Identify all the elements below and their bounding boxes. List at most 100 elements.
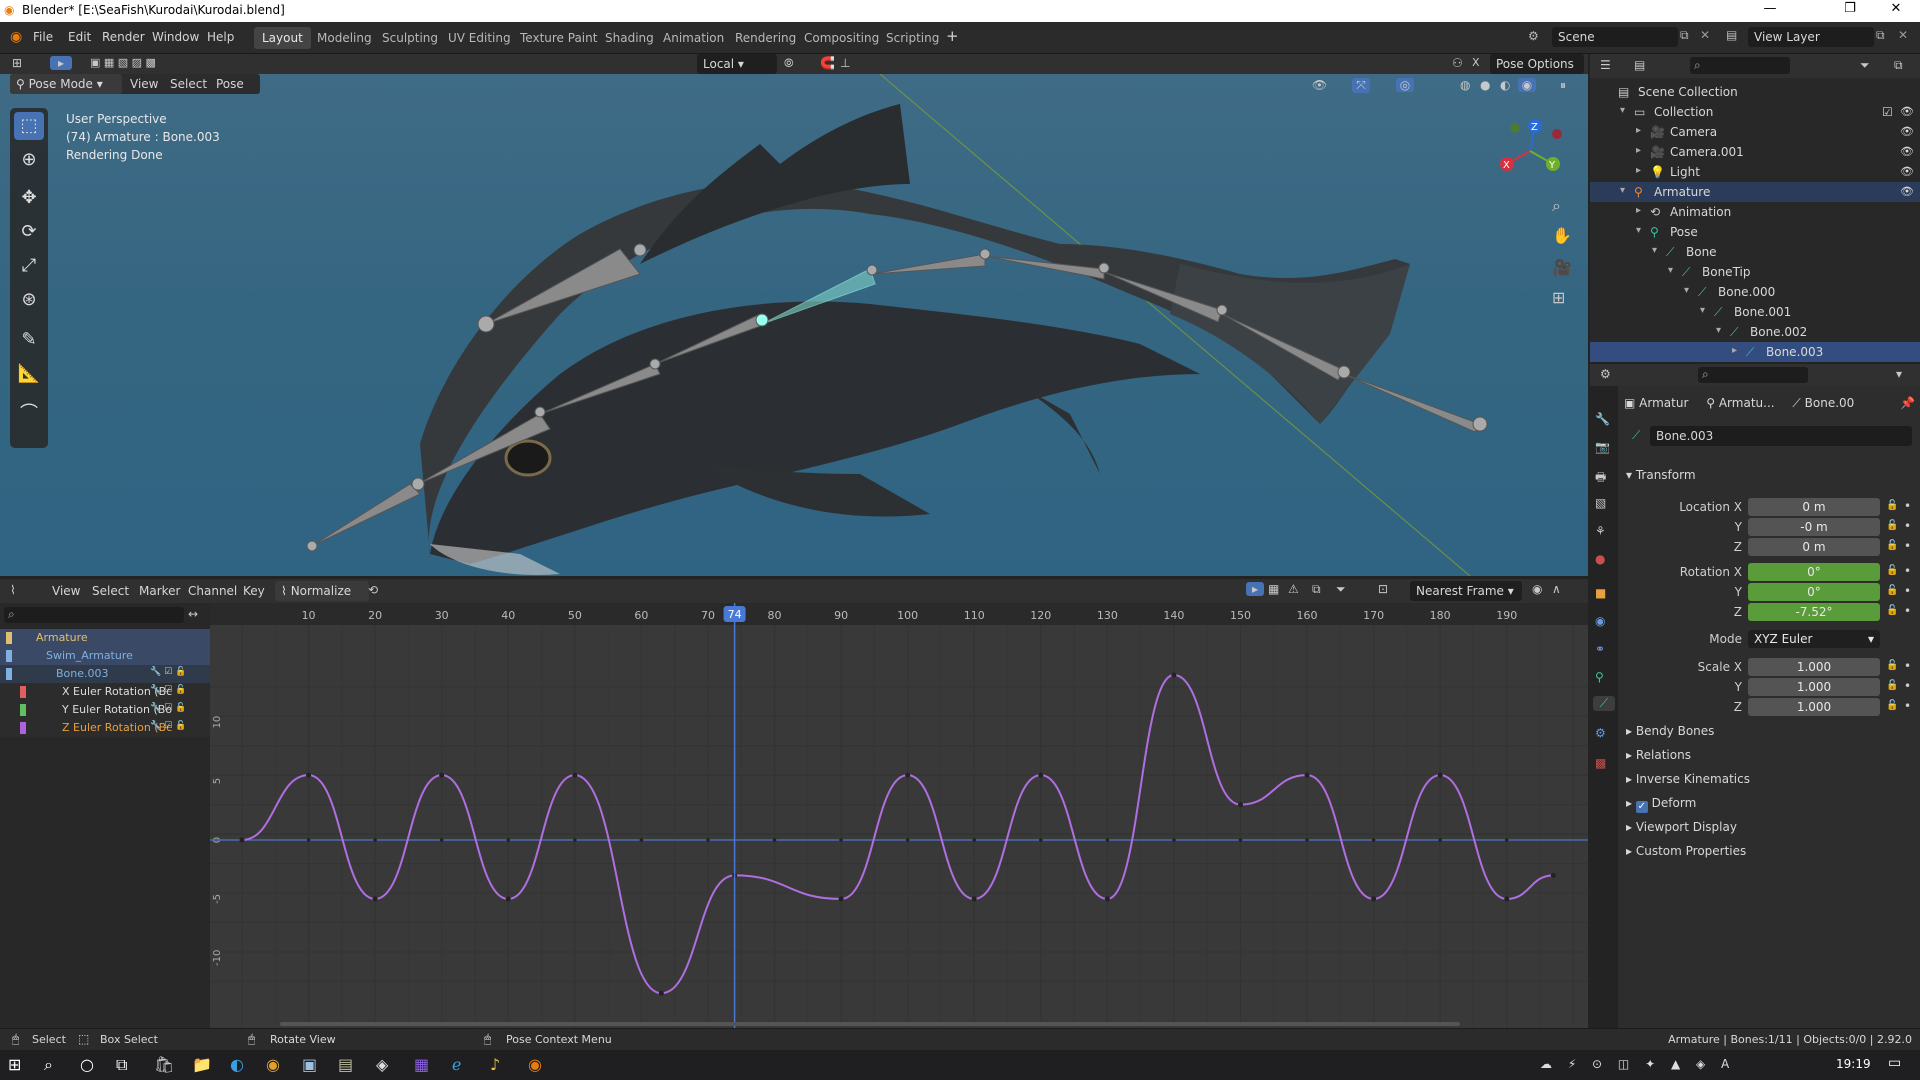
notifications-icon[interactable]: ▭ xyxy=(1888,1055,1901,1071)
new-view-layer-icon[interactable]: ⧉ xyxy=(1876,28,1885,43)
lock-icon[interactable]: 🔓 xyxy=(1886,565,1898,576)
outliner-row-bone-000[interactable]: ▾ ⟋ Bone.000 xyxy=(1590,282,1920,302)
workspace-tab-compositing[interactable]: Compositing xyxy=(796,27,887,49)
mode-dropdown[interactable]: ⚲ Pose Mode ▾ xyxy=(10,74,122,94)
channel-row[interactable]: Z Euler Rotation (Bc 🔧 ☑ 🔓 xyxy=(0,719,210,737)
scale-z-field[interactable]: 1.000 xyxy=(1748,698,1880,716)
expand-arrow-icon[interactable]: ▾ xyxy=(1620,185,1625,196)
workspace-tab-texture-paint[interactable]: Texture Paint xyxy=(512,27,605,49)
modifier-tab-icon[interactable]: ◉ xyxy=(1595,614,1605,628)
app-icon-1[interactable]: ▣ xyxy=(302,1055,317,1074)
outliner-row-camera-001[interactable]: ▸ 🎥 Camera.001 👁 xyxy=(1590,142,1920,162)
normalize-toggle[interactable]: ⌇ Normalize xyxy=(275,581,369,601)
pose-options-dropdown[interactable]: Pose Options ▾ xyxy=(1490,54,1584,85)
expand-arrow-icon[interactable]: ▸ xyxy=(1636,145,1641,156)
graph-menu-view[interactable]: View xyxy=(52,584,80,598)
lock-icon[interactable]: 🔓 xyxy=(1886,660,1898,671)
outliner-row-bone-001[interactable]: ▾ ⟋ Bone.001 xyxy=(1590,302,1920,322)
expand-arrow-icon[interactable]: ▸ xyxy=(1636,205,1641,216)
scale-y-field[interactable]: 1.000 xyxy=(1748,678,1880,696)
display-mode-icon[interactable]: ▤ xyxy=(1634,58,1645,72)
ie-icon[interactable]: ℯ xyxy=(452,1055,461,1074)
3d-viewport[interactable]: ⚲ Pose Mode ▾ View Select Pose User Pers… xyxy=(0,74,1588,576)
lock-icon[interactable]: 🔓 xyxy=(1886,680,1898,691)
menu-file[interactable]: File xyxy=(33,30,53,44)
lock-icon[interactable]: 🔓 xyxy=(1886,500,1898,511)
lock-icon[interactable]: 🔓 xyxy=(1886,520,1898,531)
output-tab-icon[interactable]: 🖶 xyxy=(1595,468,1606,489)
graph-editor-type-icon[interactable]: ⌇ xyxy=(10,583,16,597)
rotation-mode-dropdown[interactable]: XYZ Euler ▾ xyxy=(1748,630,1880,648)
pivot-point-icon[interactable]: ⦾ xyxy=(784,56,794,71)
xray-icon[interactable]: ⚇ xyxy=(1452,56,1463,70)
properties-type-icon[interactable]: ⚙ xyxy=(1600,367,1611,381)
pivot-icon[interactable]: ⊡ xyxy=(1378,582,1388,596)
tool-tab-icon[interactable]: 🔧 xyxy=(1595,412,1610,426)
expand-arrow-icon[interactable]: ▾ xyxy=(1620,105,1625,116)
visibility-eye-icon[interactable]: 👁 xyxy=(1900,125,1914,138)
properties-search-input[interactable]: ⌕ xyxy=(1698,367,1808,383)
outliner-row-light[interactable]: ▸ 💡 Light 👁 xyxy=(1590,162,1920,182)
view-layer-selector[interactable]: View Layer xyxy=(1748,27,1874,47)
view-layer-tab-icon[interactable]: ▧ xyxy=(1595,496,1606,510)
workspace-tab-layout[interactable]: Layout xyxy=(254,27,311,49)
outliner-row-camera[interactable]: ▸ 🎥 Camera 👁 xyxy=(1590,122,1920,142)
blender-taskbar-icon[interactable]: ◉ xyxy=(528,1055,542,1074)
viewport-menu-pose[interactable]: Pose xyxy=(216,77,244,91)
relations-panel[interactable]: ▸ Relations xyxy=(1626,748,1691,762)
taskbar-search-icon[interactable]: ⌕ xyxy=(44,1055,53,1075)
overlay-toggle-icon[interactable]: ◎ xyxy=(1396,78,1414,92)
cursor-tool-icon[interactable]: ⊕ xyxy=(14,146,44,174)
mirror-x-icon[interactable]: X xyxy=(1472,56,1480,69)
outliner-type-icon[interactable]: ☰ xyxy=(1600,58,1611,72)
delete-scene-icon[interactable]: ✕ xyxy=(1700,28,1710,42)
pin-icon[interactable]: 📌 xyxy=(1900,396,1915,410)
gizmo-toggle-icon[interactable]: ⤧ xyxy=(1352,78,1370,93)
add-workspace-icon[interactable]: + xyxy=(946,27,959,45)
rotate-tool-icon[interactable]: ⟳ xyxy=(14,218,44,246)
rotation-x-field[interactable]: 0° xyxy=(1748,563,1880,581)
keyframe-dot-icon[interactable]: • xyxy=(1904,539,1911,553)
outliner-row-bone-003[interactable]: ▸ ⟋ Bone.003 xyxy=(1590,342,1920,362)
snap-mode-dropdown[interactable]: Nearest Frame ▾ xyxy=(1410,581,1522,601)
graph-menu-channel[interactable]: Channel xyxy=(188,584,237,598)
app-icon-4[interactable]: ▦ xyxy=(414,1055,429,1074)
scale-x-field[interactable]: 1.000 xyxy=(1748,658,1880,676)
snap-icon[interactable]: 🧲 xyxy=(820,56,835,70)
annotate-tool-icon[interactable]: ✎ xyxy=(14,326,44,354)
channel-row[interactable]: Bone.003 🔧 ☑ 🔓 xyxy=(0,665,210,683)
only-errors-icon[interactable]: ⚠ xyxy=(1288,582,1299,596)
properties-options-icon[interactable]: ▾ xyxy=(1896,367,1902,381)
perspective-toggle-icon[interactable]: ⊞ xyxy=(1552,288,1565,307)
show-hidden-icon[interactable]: ▦ xyxy=(1268,582,1279,596)
keyframe-dot-icon[interactable]: • xyxy=(1904,564,1911,578)
expand-arrow-icon[interactable]: ▸ xyxy=(1636,125,1641,136)
filter-icon[interactable]: ⏷ xyxy=(1336,582,1346,597)
location-x-field[interactable]: 0 m xyxy=(1748,498,1880,516)
new-scene-icon[interactable]: ⧉ xyxy=(1680,28,1689,43)
render-tab-icon[interactable]: 📷 xyxy=(1595,440,1610,454)
workspace-tab-sculpting[interactable]: Sculpting xyxy=(374,27,446,49)
workspace-tab-shading[interactable]: Shading xyxy=(597,27,662,49)
rotation-y-field[interactable]: 0° xyxy=(1748,583,1880,601)
breakdowner-tool-icon[interactable]: ⌒ xyxy=(14,400,44,428)
channel-row[interactable]: X Euler Rotation (Bc 🔧 ☑ 🔓 xyxy=(0,683,210,701)
wireframe-shading-icon[interactable]: ◍ xyxy=(1460,78,1470,92)
location-y-field[interactable]: -0 m xyxy=(1748,518,1880,536)
falloff-icon[interactable]: ∧ xyxy=(1552,582,1561,596)
visibility-eye-icon[interactable]: 👁 xyxy=(1900,165,1914,178)
workspace-tab-rendering[interactable]: Rendering xyxy=(727,27,804,49)
solid-shading-icon[interactable]: ● xyxy=(1480,78,1490,92)
channel-row[interactable]: Y Euler Rotation (Bo 🔧 ☑ 🔓 xyxy=(0,701,210,719)
zoom-icon[interactable]: ⌕ xyxy=(1552,196,1561,216)
expand-arrow-icon[interactable]: ▸ xyxy=(1732,345,1737,356)
custom-properties-panel[interactable]: ▸ Custom Properties xyxy=(1626,844,1746,858)
channel-toggle-icons[interactable]: 🔧 ☑ 🔓 xyxy=(150,667,186,677)
world-tab-icon[interactable]: ● xyxy=(1595,552,1605,566)
transform-tool-icon[interactable]: ⊛ xyxy=(14,286,44,314)
workspace-tab-uv-editing[interactable]: UV Editing xyxy=(440,27,519,49)
outliner-filter-icon[interactable]: ⏷ xyxy=(1860,58,1870,73)
bone-tab-icon[interactable]: ⟋ xyxy=(1593,696,1615,711)
navigation-gizmo[interactable]: Z X Y xyxy=(1495,116,1565,186)
rotation-z-field[interactable]: -7.52° xyxy=(1748,603,1880,621)
